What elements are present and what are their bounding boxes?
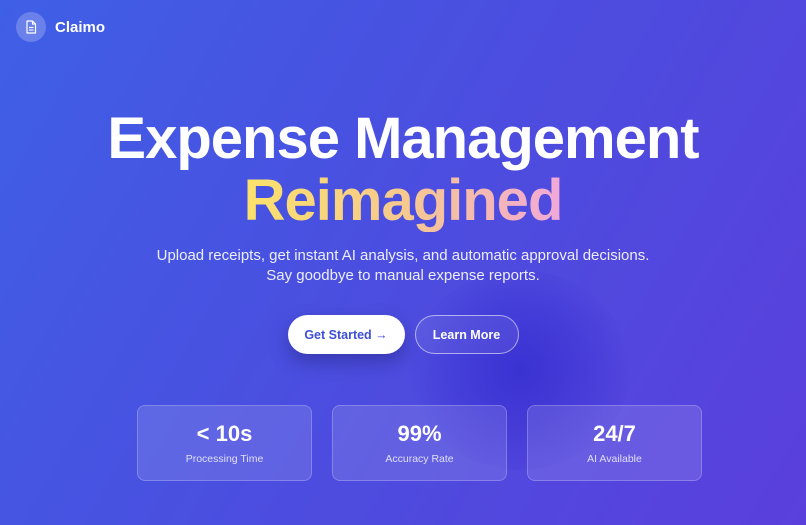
stat-card-ai-available: 24/7 AI Available (527, 405, 702, 481)
brand-name[interactable]: Claimo (55, 19, 105, 36)
logo-badge[interactable] (16, 12, 46, 42)
get-started-button[interactable]: Get Started → (287, 315, 405, 354)
hero-subtitle-line-2: Say goodbye to manual expense reports. (266, 267, 540, 284)
hero-subtitle-line-1: Upload receipts, get instant AI analysis… (156, 247, 650, 264)
document-icon (26, 20, 37, 34)
hero-headline: Expense Management Reimagined (0, 108, 806, 232)
stat-label: AI Available (587, 453, 642, 465)
hero-headline-main: Expense Management (107, 106, 699, 171)
stat-card-processing-time: < 10s Processing Time (137, 405, 312, 481)
hero-headline-accent: Reimagined (243, 168, 564, 233)
stat-value: < 10s (196, 421, 253, 446)
stat-card-accuracy-rate: 99% Accuracy Rate (332, 405, 507, 481)
top-nav: Claimo (16, 12, 105, 42)
cta-row: Get Started → Learn More (0, 315, 806, 354)
hero-section: Expense Management Reimagined Upload rec… (0, 108, 806, 286)
hero-subtitle: Upload receipts, get instant AI analysis… (0, 246, 806, 286)
stat-label: Accuracy Rate (385, 453, 454, 465)
stat-value: 99% (397, 421, 442, 446)
stat-label: Processing Time (185, 453, 264, 465)
stats-row: < 10s Processing Time 99% Accuracy Rate … (137, 405, 702, 481)
learn-more-button[interactable]: Learn More (414, 315, 519, 354)
stat-value: 24/7 (593, 421, 636, 446)
